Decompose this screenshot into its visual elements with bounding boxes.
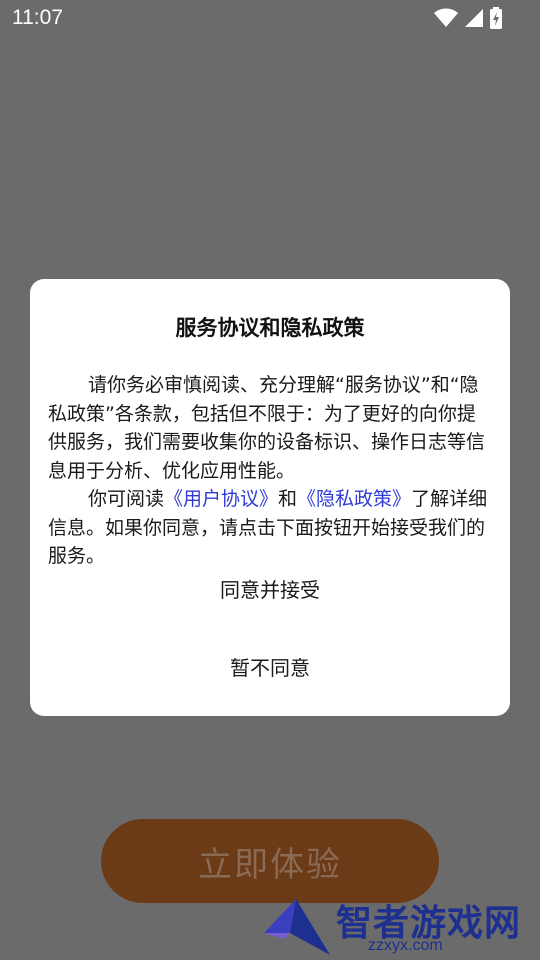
privacy-dialog: 服务协议和隐私政策 请你务必审慎阅读、充分理解“服务协议”和“隐私政策”各条款，… [30,279,510,716]
status-bar: 11:07 [0,0,540,36]
para2-mid: 和 [278,488,298,510]
watermark-logo-icon [264,899,330,955]
decline-button[interactable]: 暂不同意 [30,652,510,681]
dialog-paragraph-2: 你可阅读《用户协议》和《隐私政策》了解详细信息。如果你同意，请点击下面按钮开始接… [48,485,494,571]
battery-charging-icon [490,7,502,29]
agree-button[interactable]: 同意并接受 [30,574,510,603]
user-agreement-link[interactable]: 《用户协议》 [164,488,278,510]
dialog-paragraph-1: 请你务必审慎阅读、充分理解“服务协议”和“隐私政策”各条款，包括但不限于：为了更… [48,374,486,482]
dialog-title: 服务协议和隐私政策 [175,316,365,340]
signal-icon [465,9,483,27]
watermark-domain: zzxyx.com [368,937,443,954]
privacy-policy-link[interactable]: 《隐私政策》 [297,488,411,510]
wifi-icon [434,8,458,27]
status-time: 11:07 [12,6,63,29]
dialog-body: 请你务必审慎阅读、充分理解“服务协议”和“隐私政策”各条款，包括但不限于：为了更… [48,371,494,571]
try-now-button: 立即体验 [101,819,439,903]
watermark: 智者游戏网 zzxyx.com [258,893,540,960]
para2-prefix: 你可阅读 [88,488,165,510]
status-icons [434,7,502,29]
